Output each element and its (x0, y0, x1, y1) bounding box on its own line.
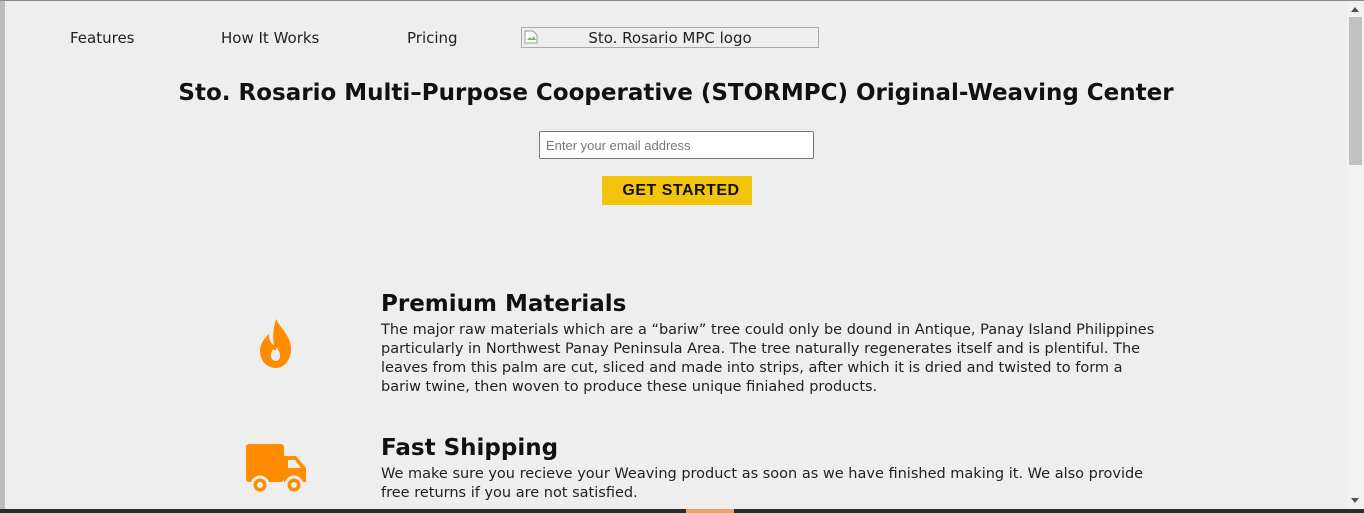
scroll-up-arrow-icon[interactable] (1351, 7, 1359, 12)
logo-image: Sto. Rosario MPC logo (521, 27, 819, 48)
broken-image-icon (524, 30, 538, 44)
get-started-button[interactable]: GET STARTED (602, 176, 752, 205)
fire-icon (260, 319, 291, 368)
scrollbar-thumb[interactable] (1349, 17, 1362, 165)
nav-link-features[interactable]: Features (70, 29, 135, 47)
page-viewport: Features How It Works Pricing Sto. Rosar… (5, 1, 1347, 509)
scroll-down-arrow-icon[interactable] (1351, 498, 1359, 503)
feature-description: We make sure you recieve your Weaving pr… (381, 466, 1144, 501)
nav-link-pricing[interactable]: Pricing (407, 29, 458, 47)
feature-title: Fast Shipping (381, 435, 559, 461)
page-title: Sto. Rosario Multi–Purpose Cooperative (… (178, 80, 1174, 106)
vertical-scrollbar[interactable] (1347, 1, 1364, 509)
email-input[interactable] (539, 131, 814, 159)
truck-icon (246, 444, 306, 494)
taskbar-accent (686, 509, 734, 513)
feature-description: The major raw materials which are a “bar… (381, 322, 1155, 395)
feature-title: Premium Materials (381, 291, 627, 317)
logo-alt-text: Sto. Rosario MPC logo (588, 29, 752, 47)
nav-link-how-it-works[interactable]: How It Works (221, 29, 319, 47)
taskbar-edge (0, 509, 1364, 513)
